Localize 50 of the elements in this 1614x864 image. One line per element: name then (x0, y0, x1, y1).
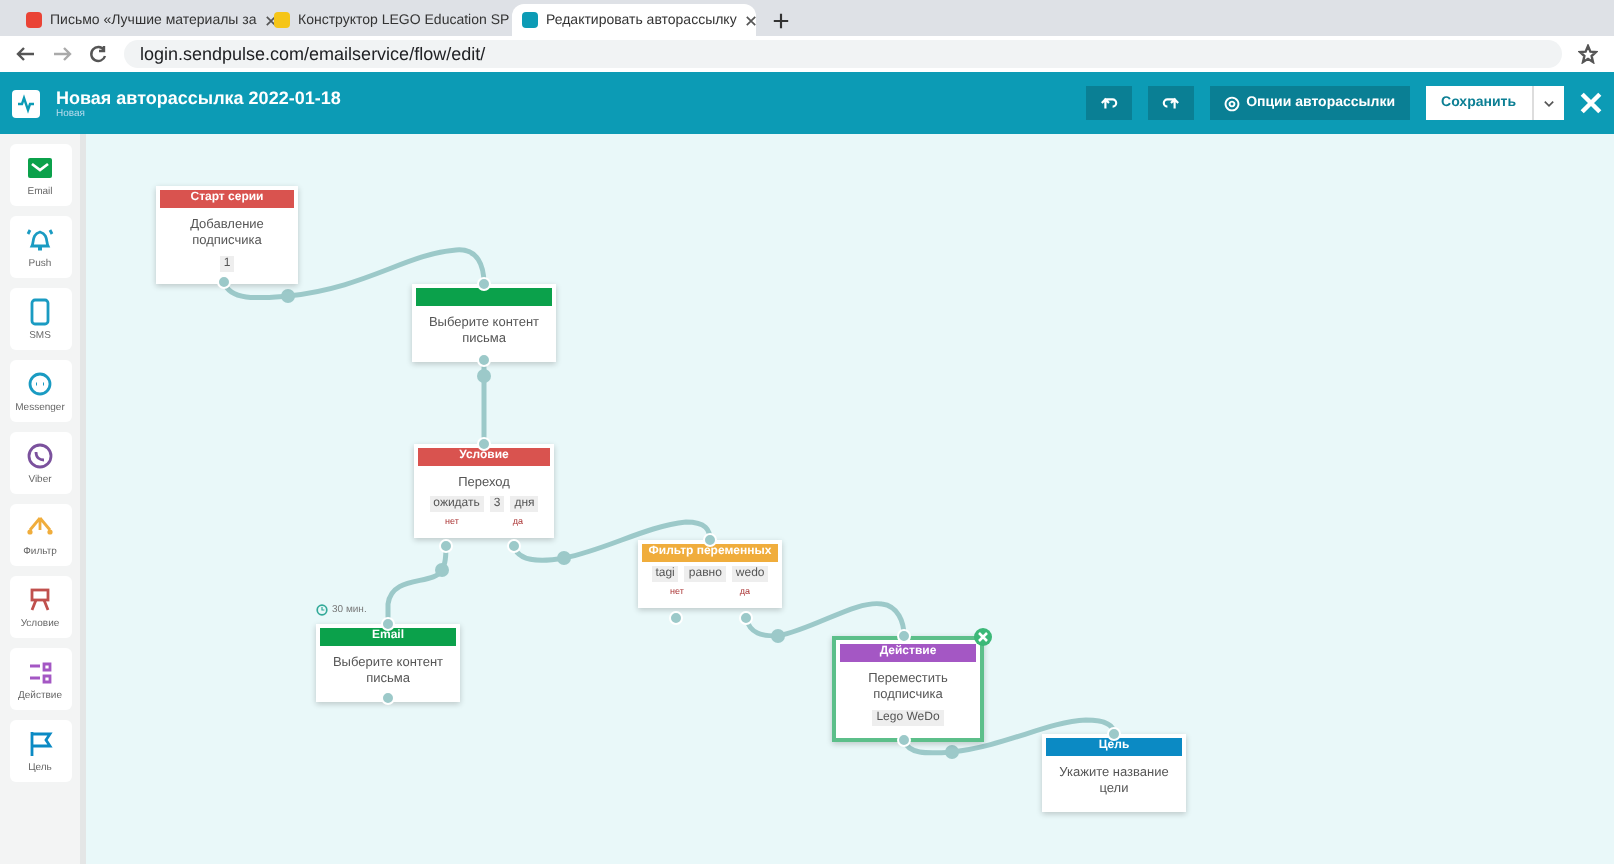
close-icon[interactable] (744, 13, 759, 27)
connector-handle[interactable] (281, 289, 295, 303)
star-icon[interactable] (1578, 44, 1598, 64)
connection-dot[interactable] (739, 611, 753, 625)
connection-dot[interactable] (897, 733, 911, 747)
connection-dot[interactable] (439, 539, 453, 553)
redo-button[interactable] (1148, 86, 1195, 120)
connection-dot[interactable] (381, 691, 395, 705)
push-icon (26, 225, 54, 253)
site-icon (274, 12, 290, 28)
logo-icon (12, 89, 40, 117)
action-icon (26, 657, 54, 685)
node-header (416, 288, 552, 306)
connection-dot[interactable] (477, 437, 491, 451)
connection-dot[interactable] (507, 539, 521, 553)
connection-dot[interactable] (477, 353, 491, 367)
connector-handle[interactable] (945, 745, 959, 759)
redo-icon[interactable] (1162, 94, 1181, 112)
site-icon (26, 12, 42, 28)
connector-handle[interactable] (557, 551, 571, 565)
connection-dot[interactable] (897, 629, 911, 643)
condition-icon (26, 585, 54, 613)
new-tab-icon[interactable] (772, 12, 790, 30)
connection-dot[interactable] (1107, 727, 1121, 741)
forward-icon[interactable] (52, 44, 72, 64)
address-field[interactable]: login.sendpulse.com/emailservice/flow/edit/ (124, 40, 1562, 68)
viber-icon (26, 441, 54, 469)
sms-icon (26, 297, 54, 325)
goal-icon (26, 729, 54, 757)
back-icon[interactable] (16, 44, 36, 64)
undo-icon[interactable] (1100, 94, 1119, 112)
site-icon (522, 12, 538, 28)
clock-icon (316, 604, 328, 616)
close-icon[interactable] (264, 13, 279, 27)
filter-icon (26, 513, 54, 541)
remove-button[interactable] (974, 628, 992, 646)
email-icon (26, 153, 54, 181)
connector-handle[interactable] (771, 629, 785, 643)
connector-handle[interactable] (477, 369, 491, 383)
connection-dot[interactable] (669, 611, 683, 625)
connection-dot[interactable] (217, 275, 231, 289)
undo-button[interactable] (1086, 86, 1133, 120)
caret-icon[interactable] (1542, 96, 1556, 110)
flow-title: Новая авторассылка 2022-01-18 (56, 87, 341, 107)
connection-dot[interactable] (477, 277, 491, 291)
connection-dot[interactable] (381, 617, 395, 631)
connector-handle[interactable] (435, 563, 449, 577)
messenger-icon (26, 369, 54, 397)
reload-icon[interactable] (88, 44, 108, 64)
connection-dot[interactable] (703, 533, 717, 547)
